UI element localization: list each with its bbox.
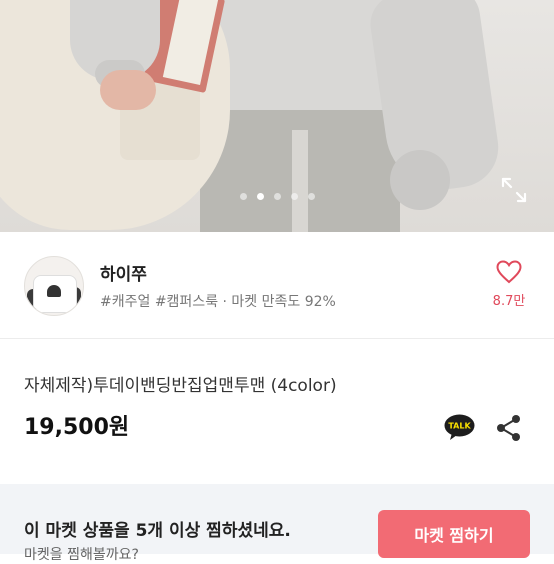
banner-subtext: 마켓을 찜해볼까요? [24,547,139,563]
banner-text: 이 마켓 상품을 5개 이상 찜하셨네요. [24,521,291,541]
hand [100,70,156,110]
share-icon [497,415,520,441]
share-button[interactable] [496,414,522,442]
favorite-market-button[interactable]: 마켓 찜하기 [378,510,530,558]
like-button[interactable]: 8.7만 [486,260,532,309]
heart-icon [496,260,522,284]
like-count: 8.7만 [492,294,526,309]
divider [0,338,554,339]
carousel-dot[interactable] [290,193,298,200]
product-price: 19,500원 [24,415,130,440]
pants-gap [292,130,308,232]
seller-tags: #캐주얼 #캠퍼스룩 · 마켓 만족도 92% [100,294,336,310]
product-title: 자체제작)투데이밴딩반집업맨투맨 (4color) [24,376,337,396]
svg-text:TALK: TALK [448,422,471,431]
carousel-dot[interactable] [307,193,315,200]
seller-name[interactable]: 하이쭈 [100,260,147,285]
talk-icon: TALK [444,414,475,440]
carousel-dot[interactable] [256,193,264,200]
seller-avatar[interactable] [24,256,84,316]
market-favorite-banner: 이 마켓 상품을 5개 이상 찜하셨네요. 마켓을 찜해볼까요? 마켓 찜하기 [0,484,554,563]
carousel-dot[interactable] [239,193,247,200]
carousel-dots [0,193,554,203]
avatar-heart [47,285,61,297]
seller-section: 하이쭈 #캐주얼 #캠퍼스룩 · 마켓 만족도 92% 8.7만 [0,232,554,338]
product-image[interactable] [0,0,554,232]
expand-icon[interactable] [500,176,528,204]
carousel-dot[interactable] [273,193,281,200]
kakao-talk-button[interactable]: TALK [444,414,475,441]
